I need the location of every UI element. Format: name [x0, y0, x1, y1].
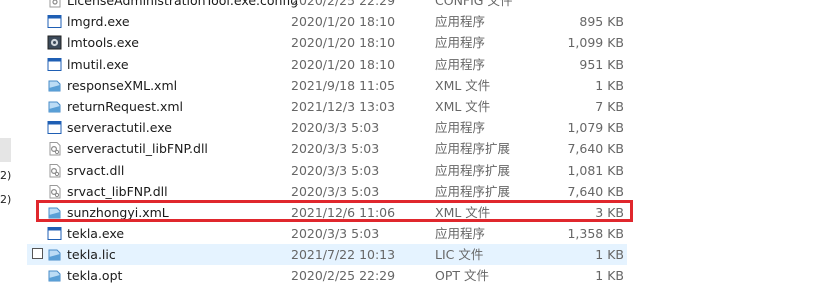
file-name: serveractutil.exe [67, 120, 172, 136]
highlight-annotation-box [36, 200, 633, 222]
file-date-modified: 2020/2/25 22:29 [291, 268, 396, 284]
file-type: 应用程序扩展 [435, 183, 511, 199]
file-type: 应用程序 [435, 56, 486, 72]
lmtools-app-icon [47, 35, 62, 50]
exe-file-icon [47, 57, 62, 72]
exe-file-icon [47, 226, 62, 241]
opt-file-icon [47, 268, 62, 283]
file-date-modified: 2020/1/20 18:10 [291, 56, 396, 72]
file-name: srvact_libFNP.dll [67, 183, 168, 199]
file-date-modified: 2020/2/25 22:29 [291, 0, 396, 8]
file-type: 应用程序 [435, 120, 486, 136]
file-row[interactable]: serveractutil_libFNP.dll 2020/3/3 5:03 应用程… [27, 138, 627, 159]
file-type: XML 文件 [435, 77, 491, 93]
file-row[interactable]: tekla.lic 2021/7/22 10:13 LIC 文件 1 KB [27, 244, 627, 266]
file-type: XML 文件 [435, 98, 491, 114]
nav-item-fragment[interactable]: 2) [0, 193, 11, 206]
file-size: 1 KB [595, 77, 624, 93]
file-size: 7,640 KB [567, 141, 624, 157]
file-row[interactable]: srvact_libFNP.dll 2020/3/3 5:03 应用程序扩展 7,64… [27, 181, 627, 202]
file-name: lmtools.exe [67, 35, 139, 51]
file-name: tekla.lic [67, 247, 116, 263]
file-name: lmgrd.exe [67, 14, 130, 30]
dll-file-icon [47, 141, 62, 156]
nav-selected-item[interactable] [0, 138, 11, 162]
file-row[interactable]: LicenseAdministrationTool.exe.config 2020… [27, 0, 627, 11]
file-date-modified: 2020/3/3 5:03 [291, 162, 380, 178]
config-file-icon [47, 0, 62, 8]
file-type: OPT 文件 [435, 268, 489, 284]
file-name: responseXML.xml [67, 77, 178, 93]
xml-file-icon [47, 99, 62, 114]
file-size: 1,079 KB [567, 120, 624, 136]
file-row[interactable]: serveractutil.exe 2020/3/3 5:03 应用程序 1,079 … [27, 117, 627, 138]
file-date-modified: 2020/3/3 5:03 [291, 120, 380, 136]
file-name: tekla.opt [67, 268, 123, 284]
xml-file-icon [47, 78, 62, 93]
file-size: 1,358 KB [567, 226, 624, 242]
file-size: 7,640 KB [567, 183, 624, 199]
file-type: 应用程序扩展 [435, 162, 511, 178]
file-type: CONFIG 文件 [435, 0, 513, 8]
lic-file-icon [47, 247, 62, 262]
navigation-pane: 2) 2) [0, 0, 11, 286]
file-size: 895 KB [579, 14, 624, 30]
file-type: 应用程序 [435, 35, 486, 51]
file-name: tekla.exe [67, 226, 125, 242]
file-name: srvact.dll [67, 162, 125, 178]
file-row[interactable]: lmutil.exe 2020/1/20 18:10 应用程序 951 KB [27, 54, 627, 75]
file-type: LIC 文件 [435, 247, 484, 263]
file-size: 1 KB [595, 268, 624, 284]
file-date-modified: 2021/7/22 10:13 [291, 247, 396, 263]
file-list: LicenseAdministrationTool.exe.config 2020… [27, 0, 627, 287]
nav-item-fragment[interactable]: 2) [0, 169, 11, 182]
file-size: 951 KB [579, 56, 624, 72]
dll-file-icon [47, 163, 62, 178]
file-name: lmutil.exe [67, 56, 129, 72]
file-row[interactable]: tekla.exe 2020/3/3 5:03 应用程序 1,358 KB [27, 223, 627, 244]
file-name: returnRequest.xml [67, 98, 184, 114]
file-date-modified: 2021/12/3 13:03 [291, 98, 396, 114]
dll-file-icon [47, 184, 62, 199]
file-size: 7 KB [595, 98, 624, 114]
file-row[interactable]: srvact.dll 2020/3/3 5:03 应用程序扩展 1,081 KB [27, 160, 627, 181]
exe-file-icon [47, 120, 62, 135]
file-row[interactable]: lmtools.exe 2020/1/20 18:10 应用程序 1,099 KB [27, 32, 627, 53]
file-date-modified: 2020/3/3 5:03 [291, 141, 380, 157]
exe-file-icon [47, 14, 62, 29]
file-size: 1,081 KB [567, 162, 624, 178]
file-date-modified: 2020/1/20 18:10 [291, 14, 396, 30]
row-checkbox[interactable] [32, 248, 43, 260]
file-name: LicenseAdministrationTool.exe.config [67, 0, 299, 8]
file-row[interactable]: responseXML.xml 2021/9/18 11:05 XML 文件 1 KB [27, 75, 627, 96]
file-type: 应用程序扩展 [435, 141, 511, 157]
file-date-modified: 2020/1/20 18:10 [291, 35, 396, 51]
file-row[interactable]: returnRequest.xml 2021/12/3 13:03 XML 文件 7 … [27, 96, 627, 117]
file-size: 1 KB [595, 247, 624, 263]
file-date-modified: 2020/3/3 5:03 [291, 183, 380, 199]
file-date-modified: 2021/9/18 11:05 [291, 77, 396, 93]
file-size: 1,099 KB [567, 35, 624, 51]
file-row[interactable]: tekla.opt 2020/2/25 22:29 OPT 文件 1 KB [27, 265, 627, 286]
file-date-modified: 2020/3/3 5:03 [291, 226, 380, 242]
file-type: 应用程序 [435, 226, 486, 242]
file-type: 应用程序 [435, 14, 486, 30]
file-name: serveractutil_libFNP.dll [67, 141, 208, 157]
file-row[interactable]: lmgrd.exe 2020/1/20 18:10 应用程序 895 KB [27, 11, 627, 32]
